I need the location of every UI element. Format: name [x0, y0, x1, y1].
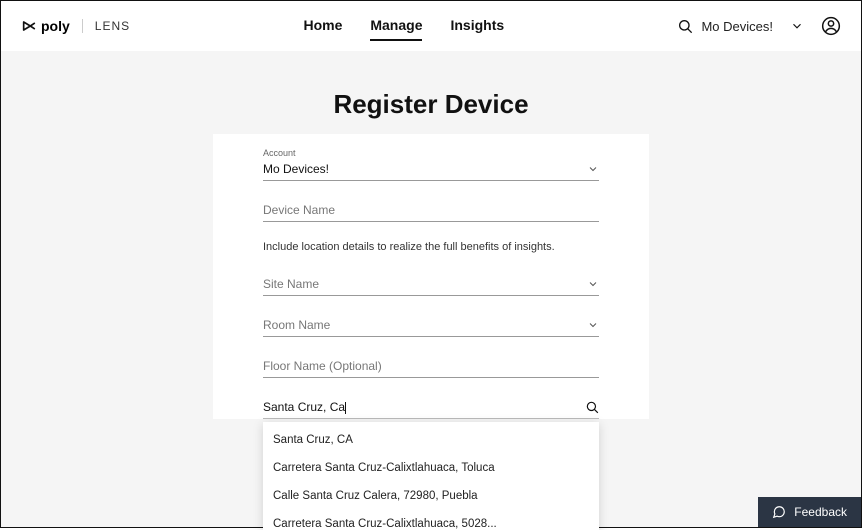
feedback-button[interactable]: Feedback — [758, 497, 861, 527]
autocomplete-list: Santa Cruz, CA Carretera Santa Cruz-Cali… — [263, 422, 599, 530]
autocomplete-value: Santa Cruz, Ca — [263, 400, 345, 414]
header-right: Mo Devices! — [677, 16, 841, 36]
chevron-down-icon — [587, 319, 599, 331]
autocomplete-option[interactable]: Calle Santa Cruz Calera, 72980, Puebla — [263, 482, 599, 510]
page-title: Register Device — [1, 89, 861, 120]
device-name-field[interactable]: Device Name — [263, 199, 599, 222]
chevron-down-icon — [587, 278, 599, 290]
search-icon — [585, 400, 599, 414]
chevron-down-icon — [587, 163, 599, 175]
account-search-text: Mo Devices! — [701, 19, 773, 34]
nav-manage[interactable]: Manage — [370, 11, 422, 41]
nav-insights[interactable]: Insights — [450, 11, 504, 41]
account-search[interactable]: Mo Devices! — [677, 18, 773, 34]
app-header: poly LENS Home Manage Insights Mo Device… — [1, 1, 861, 51]
text-caret — [345, 402, 346, 414]
device-name-placeholder: Device Name — [263, 203, 335, 217]
account-value: Mo Devices! — [263, 162, 329, 176]
room-name-field[interactable]: Room Name — [263, 314, 599, 337]
brand-primary: poly — [21, 18, 70, 34]
brand-primary-text: poly — [41, 18, 70, 34]
floor-name-placeholder: Floor Name (Optional) — [263, 359, 382, 373]
account-dropdown[interactable] — [787, 16, 807, 36]
floor-name-field[interactable]: Floor Name (Optional) — [263, 355, 599, 378]
register-card: Account Mo Devices! Device Name Include … — [213, 134, 649, 419]
chat-icon — [772, 505, 786, 519]
feedback-label: Feedback — [794, 505, 847, 519]
brand-logo: poly LENS — [21, 18, 130, 34]
brand-secondary-text: LENS — [82, 19, 130, 33]
autocomplete-option[interactable]: Carretera Santa Cruz-Calixtlahuaca, Tolu… — [263, 454, 599, 482]
chevron-down-icon — [790, 19, 804, 33]
autocomplete-option[interactable]: Carretera Santa Cruz-Calixtlahuaca, 5028… — [263, 510, 599, 530]
user-circle-icon — [821, 16, 841, 36]
profile-button[interactable] — [821, 16, 841, 36]
account-label: Account — [263, 148, 599, 158]
room-name-placeholder: Room Name — [263, 318, 330, 332]
location-autocomplete[interactable]: Santa Cruz, Ca Santa Cruz, CA Carretera … — [263, 396, 599, 419]
account-field[interactable]: Account Mo Devices! — [263, 148, 599, 181]
poly-mark-icon — [21, 18, 37, 34]
main-nav: Home Manage Insights — [303, 11, 504, 41]
nav-home[interactable]: Home — [303, 11, 342, 41]
location-hint: Include location details to realize the … — [263, 240, 599, 255]
autocomplete-option[interactable]: Santa Cruz, CA — [263, 426, 599, 454]
site-name-field[interactable]: Site Name — [263, 273, 599, 296]
site-name-placeholder: Site Name — [263, 277, 319, 291]
search-icon — [677, 18, 693, 34]
